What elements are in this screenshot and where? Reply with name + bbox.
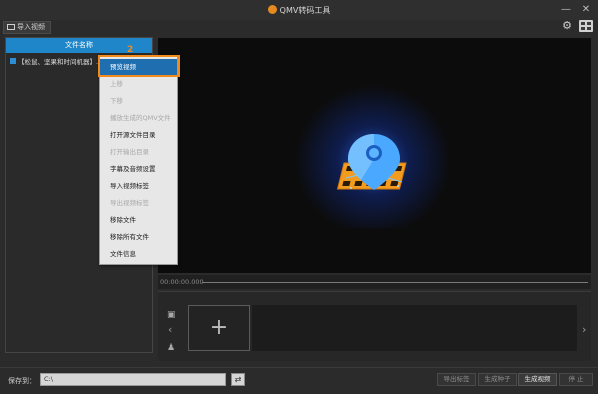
toolbar: 导入视频 ⚙ <box>0 20 598 36</box>
menu-item-file-info[interactable]: 文件信息 <box>100 246 177 262</box>
bottom-bar: 保存到： C:\ ⇄ 导出标签 生成种子 生成视频 停 止 <box>0 367 598 394</box>
gear-icon[interactable]: ⚙ <box>561 20 573 32</box>
clip-strip: ▣ ‹ ♟ + › <box>158 291 591 361</box>
menu-item-play-generated-qmv[interactable]: 播放生成的QMV文件 <box>100 110 177 126</box>
export-tags-label: 导出标签 <box>443 375 470 383</box>
scroll-left-button[interactable]: ‹ <box>168 323 172 336</box>
export-tags-button[interactable]: 导出标签 <box>437 373 476 386</box>
make-seed-label: 生成种子 <box>484 375 511 383</box>
context-menu: 预览视频 上移 下移 播放生成的QMV文件 打开源文件目录 打开输出目录 字幕及… <box>99 55 178 265</box>
window-title: QMV转码工具 <box>0 5 598 16</box>
save-path-input[interactable]: C:\ <box>40 373 226 386</box>
timeline-bar: 00:00:00.000 <box>158 275 591 289</box>
browse-folder-button[interactable]: ⇄ <box>231 373 245 386</box>
import-icon <box>7 24 15 30</box>
clip-area <box>252 305 577 351</box>
person-icon[interactable]: ♟ <box>167 343 175 353</box>
save-to-label: 保存到： <box>8 377 36 385</box>
seek-track[interactable] <box>202 282 588 283</box>
qmv-logo-icon <box>336 134 407 190</box>
title-bar: QMV转码工具 — ✕ <box>0 0 598 20</box>
file-checkbox[interactable] <box>10 58 16 64</box>
minimize-button[interactable]: — <box>559 3 573 16</box>
annotation-step-number: 2 <box>127 45 134 55</box>
menu-item-open-output-folder[interactable]: 打开输出目录 <box>100 144 177 160</box>
make-seed-button[interactable]: 生成种子 <box>478 373 517 386</box>
image-icon[interactable]: ▣ <box>167 310 176 320</box>
menu-item-export-video-tags[interactable]: 导出视频标签 <box>100 195 177 211</box>
add-clip-button[interactable]: + <box>188 305 250 351</box>
menu-item-move-up[interactable]: 上移 <box>100 76 177 92</box>
make-video-button[interactable]: 生成视频 <box>518 373 557 386</box>
folder-icon: ⇄ <box>234 375 242 384</box>
window-title-text: QMV转码工具 <box>279 6 331 15</box>
make-video-label: 生成视频 <box>524 375 551 383</box>
menu-item-move-down[interactable]: 下移 <box>100 93 177 109</box>
menu-item-import-video-tags[interactable]: 导入视频标签 <box>100 178 177 194</box>
scroll-right-button[interactable]: › <box>582 323 586 336</box>
import-video-label: 导入视频 <box>17 23 45 31</box>
menu-item-subtitle-audio-settings[interactable]: 字幕及音频设置 <box>100 161 177 177</box>
menu-item-remove-file[interactable]: 移除文件 <box>100 212 177 228</box>
timecode: 00:00:00.000 <box>160 278 204 286</box>
stop-label: 停 止 <box>568 375 584 383</box>
close-button[interactable]: ✕ <box>579 3 593 16</box>
stop-button[interactable]: 停 止 <box>559 373 593 386</box>
menu-item-remove-all-files[interactable]: 移除所有文件 <box>100 229 177 245</box>
video-preview-area <box>158 38 591 273</box>
grid-view-icon[interactable] <box>579 20 593 32</box>
annotation-highlight-frame <box>98 55 180 77</box>
app-logo-icon <box>267 5 277 14</box>
menu-item-open-source-folder[interactable]: 打开源文件目录 <box>100 127 177 143</box>
import-video-button[interactable]: 导入视频 <box>3 21 51 34</box>
